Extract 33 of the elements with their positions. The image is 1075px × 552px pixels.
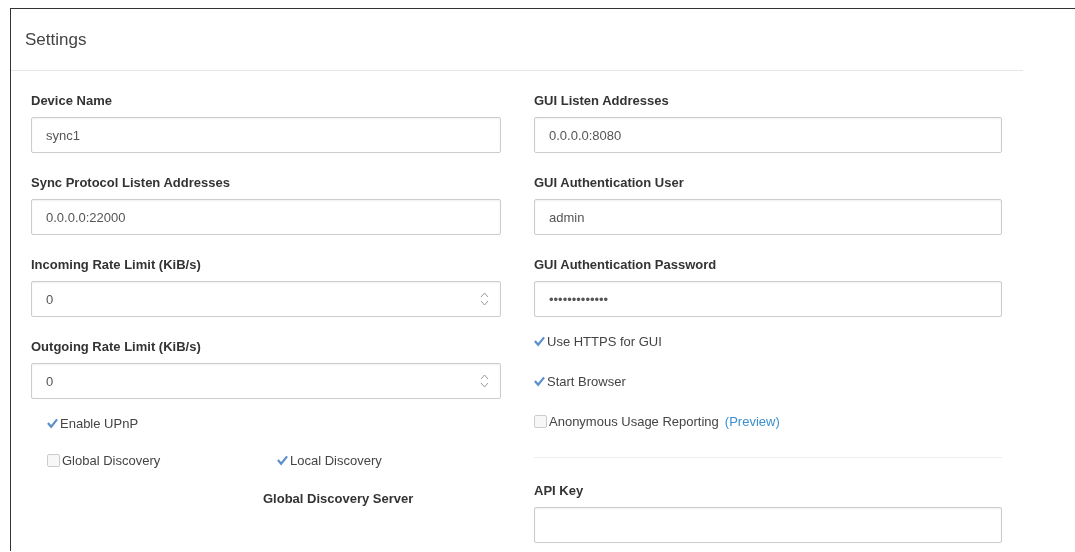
field-label: Device Name xyxy=(31,93,113,108)
checkbox[interactable] xyxy=(47,417,58,429)
checkbox[interactable] xyxy=(277,454,288,466)
checkbox-label: Global Discovery xyxy=(62,452,161,468)
checkbox[interactable] xyxy=(47,453,60,467)
spinner-icon[interactable] xyxy=(480,373,489,389)
field-label: GUI Listen Addresses xyxy=(534,93,670,108)
input-field[interactable]: sync1 xyxy=(31,117,501,153)
checkbox[interactable] xyxy=(534,414,547,428)
field-label: Incoming Rate Limit (KiB/s) xyxy=(31,257,202,272)
checkbox-label: Enable UPnP xyxy=(60,415,139,431)
number-field[interactable]: 0 xyxy=(31,363,501,399)
input-field[interactable]: 0.0.0.0:8080 xyxy=(534,117,1002,153)
checkbox-label: Local Discovery xyxy=(290,452,382,468)
spinner-icon[interactable] xyxy=(480,291,489,307)
input-field[interactable]: ••••••••••••• xyxy=(534,281,1002,317)
field-label: GUI Authentication User xyxy=(534,175,685,190)
section-heading: Global Discovery Server xyxy=(263,491,414,506)
checkbox[interactable] xyxy=(534,375,545,387)
field-label: API Key xyxy=(534,483,585,498)
field-label: GUI Authentication Password xyxy=(534,257,718,272)
checkbox-label: Start Browser xyxy=(547,373,626,389)
input-field[interactable]: admin xyxy=(534,199,1002,235)
field-label: Outgoing Rate Limit (KiB/s) xyxy=(31,339,202,354)
panel-title: Settings xyxy=(25,29,87,50)
field-label: Sync Protocol Listen Addresses xyxy=(31,175,231,190)
input-field[interactable]: 0.0.0.0:22000 xyxy=(31,199,501,235)
checkbox-label: Use HTTPS for GUI xyxy=(547,333,662,349)
checkbox[interactable] xyxy=(534,335,545,347)
checkbox-label: Anonymous Usage Reporting xyxy=(549,413,719,429)
number-field[interactable]: 0 xyxy=(31,281,501,317)
input-field[interactable] xyxy=(534,507,1002,543)
preview-link[interactable]: (Preview) xyxy=(724,413,780,429)
